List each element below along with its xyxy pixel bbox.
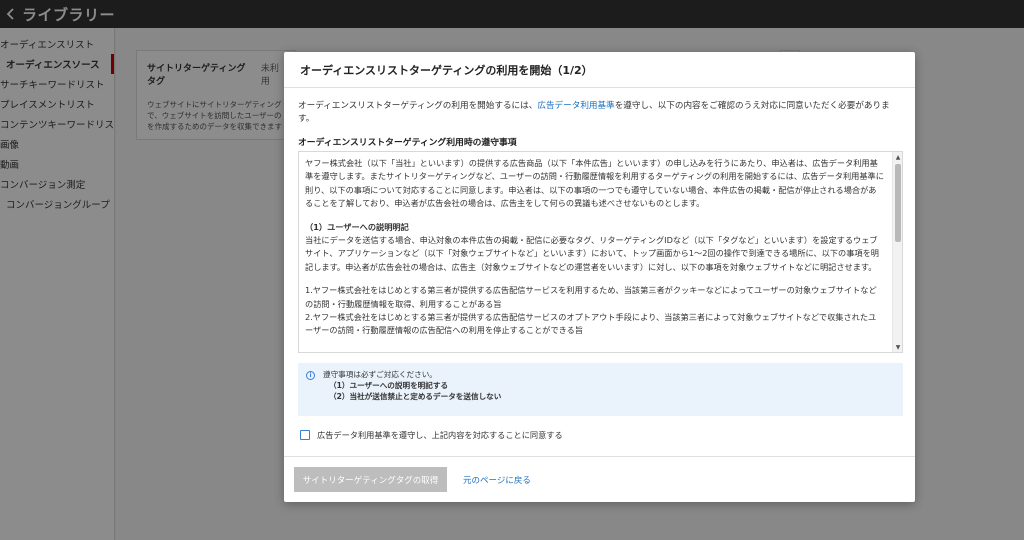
notice-line: （2）当社が送信禁止と定めるデータを送信しない [329, 392, 502, 401]
terms-heading: （1）ユーザーへの説明明記 [305, 221, 409, 232]
info-icon: i [306, 371, 315, 380]
modal-intro: オーディエンスリストターゲティングの利用を開始するには、広告データ利用基準を遵守… [298, 100, 901, 126]
terms-scroll-box[interactable]: ヤフー株式会社（以下「当社」といいます）の提供する広告商品（以下「本件広告」とい… [298, 151, 903, 353]
back-to-page-link[interactable]: 元のページに戻る [463, 474, 531, 486]
terms-item: 1.ヤフー株式会社をはじめとする第三者が提供する広告配信サービスを利用するため、… [305, 285, 877, 309]
section-title: オーディエンスリストターゲティング利用時の遵守事項 [298, 138, 517, 148]
notice-line: （1）ユーザーへの説明を明記する [329, 381, 449, 390]
get-retargeting-tag-button[interactable]: サイトリターゲティングタグの取得 [294, 467, 447, 492]
agree-checkbox[interactable] [300, 430, 310, 440]
agree-row[interactable]: 広告データ利用基準を遵守し、上記内容を対応することに同意する [298, 429, 901, 441]
terms-paragraph: 当社にデータを送信する場合、申込対象の本件広告の掲載・配信に必要なタグ、リターゲ… [305, 235, 879, 272]
notice-box: i 遵守事項は必ずご対応ください。 （1）ユーザーへの説明を明記する （2）当社… [298, 363, 903, 416]
scrollbar-thumb[interactable] [895, 164, 901, 242]
scrollbar[interactable]: ▲ ▼ [892, 152, 902, 352]
terms-paragraph: ヤフー株式会社（以下「当社」といいます）の提供する広告商品（以下「本件広告」とい… [305, 158, 884, 209]
modal-title: オーディエンスリストターゲティングの利用を開始（1/2） [284, 52, 915, 88]
agree-label[interactable]: 広告データ利用基準を遵守し、上記内容を対応することに同意する [317, 429, 563, 441]
audience-targeting-modal: オーディエンスリストターゲティングの利用を開始（1/2） オーディエンスリストタ… [284, 52, 915, 502]
modal-footer: サイトリターゲティングタグの取得 元のページに戻る [284, 456, 915, 502]
notice-line: 遵守事項は必ずご対応ください。 [323, 370, 437, 379]
intro-text: オーディエンスリストターゲティングの利用を開始するには、 [298, 101, 538, 111]
terms-item: 2.ヤフー株式会社をはじめとする第三者が提供する広告配信サービスのオプトアウト手… [305, 312, 877, 336]
terms-content: ヤフー株式会社（以下「当社」といいます）の提供する広告商品（以下「本件広告」とい… [299, 152, 890, 352]
scroll-down-icon[interactable]: ▼ [893, 342, 902, 352]
ad-data-policy-link[interactable]: 広告データ利用基準 [537, 101, 614, 111]
scroll-up-icon[interactable]: ▲ [893, 152, 902, 162]
